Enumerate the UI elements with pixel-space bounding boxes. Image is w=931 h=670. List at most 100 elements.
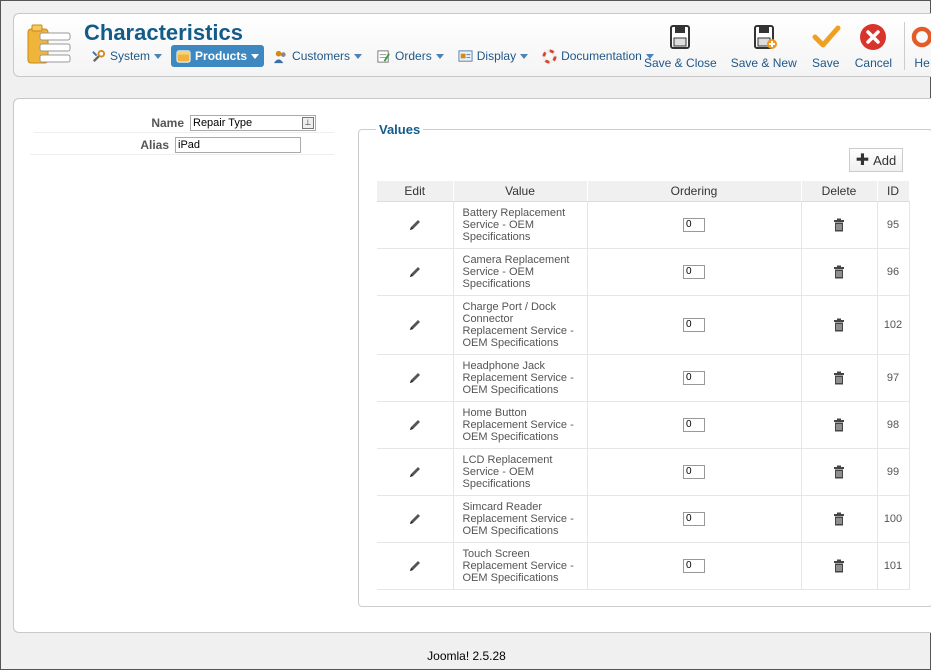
checkmark-icon bbox=[812, 25, 841, 48]
values-header-row: Edit Value Ordering Delete ID bbox=[377, 181, 910, 202]
characteristics-logo-icon bbox=[26, 23, 74, 67]
admin-header: Characteristics System Products Customer… bbox=[13, 13, 931, 77]
pencil-icon[interactable] bbox=[408, 512, 422, 524]
trash-icon[interactable] bbox=[832, 218, 846, 231]
chevron-down-icon bbox=[251, 53, 260, 59]
id-cell: 98 bbox=[877, 401, 910, 449]
edit-cell bbox=[377, 401, 454, 449]
menu-display[interactable]: Display bbox=[453, 45, 533, 67]
trash-icon[interactable] bbox=[832, 559, 846, 572]
help-button[interactable]: He bbox=[911, 22, 931, 70]
ordering-input[interactable] bbox=[683, 264, 705, 279]
col-value: Value bbox=[453, 181, 588, 202]
ordering-input[interactable] bbox=[683, 511, 705, 526]
name-input[interactable] bbox=[190, 114, 316, 131]
delete-cell bbox=[801, 201, 878, 249]
table-row: Simcard Reader Replacement Service - OEM… bbox=[377, 495, 910, 543]
id-cell: 95 bbox=[877, 201, 910, 249]
ordering-cell bbox=[587, 401, 802, 449]
ordering-input[interactable] bbox=[683, 417, 705, 432]
delete-cell bbox=[801, 295, 878, 355]
wrench-icon bbox=[91, 49, 106, 64]
trash-icon[interactable] bbox=[832, 465, 846, 478]
name-field-wrap: ⊥ bbox=[190, 114, 316, 131]
save-close-label: Save & Close bbox=[644, 56, 717, 70]
ordering-cell bbox=[587, 248, 802, 296]
trash-icon[interactable] bbox=[832, 265, 846, 278]
save-close-button[interactable]: Save & Close bbox=[644, 22, 717, 70]
cancel-label: Cancel bbox=[854, 56, 893, 70]
edit-panel: Name ⊥ Alias Values ✚ Add Edit Value Ord… bbox=[13, 98, 931, 633]
ordering-cell bbox=[587, 495, 802, 543]
pencil-icon[interactable] bbox=[408, 265, 422, 277]
values-fieldset: Values ✚ Add Edit Value Ordering Delete … bbox=[358, 122, 931, 607]
ordering-input[interactable] bbox=[683, 217, 705, 232]
pencil-icon[interactable] bbox=[408, 371, 422, 383]
delete-cell bbox=[801, 401, 878, 449]
value-cell: Charge Port / Dock Connector Replacement… bbox=[453, 295, 588, 355]
name-label: Name bbox=[151, 115, 184, 130]
language-field-icon[interactable]: ⊥ bbox=[302, 116, 314, 129]
table-row: Home Button Replacement Service - OEM Sp… bbox=[377, 401, 910, 449]
alias-row: Alias bbox=[30, 135, 334, 155]
trash-icon[interactable] bbox=[832, 418, 846, 431]
col-edit: Edit bbox=[377, 181, 454, 202]
ordering-input[interactable] bbox=[683, 464, 705, 479]
edit-cell bbox=[377, 295, 454, 355]
ordering-input[interactable] bbox=[683, 317, 705, 332]
footer-version: Joomla! 2.5.28 bbox=[427, 649, 506, 663]
add-value-button[interactable]: ✚ Add bbox=[849, 148, 903, 172]
save-button[interactable]: Save bbox=[811, 22, 841, 70]
menu-system[interactable]: System bbox=[86, 45, 167, 67]
trash-icon[interactable] bbox=[832, 318, 846, 331]
value-cell: Simcard Reader Replacement Service - OEM… bbox=[453, 495, 588, 543]
toolbar-divider bbox=[904, 22, 906, 70]
value-cell: LCD Replacement Service - OEM Specificat… bbox=[453, 448, 588, 496]
ordering-input[interactable] bbox=[683, 370, 705, 385]
values-legend: Values bbox=[376, 122, 424, 137]
menu-documentation[interactable]: Documentation bbox=[537, 45, 659, 67]
cancel-button[interactable]: Cancel bbox=[855, 22, 892, 70]
menu-customers[interactable]: Customers bbox=[268, 45, 367, 67]
orders-icon bbox=[376, 49, 391, 64]
products-icon bbox=[176, 49, 191, 64]
chevron-down-icon bbox=[154, 53, 163, 59]
ordering-cell bbox=[587, 448, 802, 496]
pencil-icon[interactable] bbox=[408, 318, 422, 330]
pencil-icon[interactable] bbox=[408, 418, 422, 430]
menu-products-label: Products bbox=[195, 49, 248, 63]
trash-icon[interactable] bbox=[832, 371, 846, 384]
delete-cell bbox=[801, 354, 878, 402]
ordering-input[interactable] bbox=[683, 558, 705, 573]
customers-icon bbox=[273, 49, 288, 64]
ordering-cell bbox=[587, 201, 802, 249]
id-cell: 99 bbox=[877, 448, 910, 496]
value-cell: Camera Replacement Service - OEM Specifi… bbox=[453, 248, 588, 296]
pencil-icon[interactable] bbox=[408, 465, 422, 477]
pencil-icon[interactable] bbox=[408, 218, 422, 230]
menu-system-label: System bbox=[110, 49, 151, 63]
value-cell: Home Button Replacement Service - OEM Sp… bbox=[453, 401, 588, 449]
menu-products[interactable]: Products bbox=[171, 45, 265, 67]
page-title: Characteristics bbox=[84, 20, 243, 45]
value-cell: Touch Screen Replacement Service - OEM S… bbox=[453, 542, 588, 590]
pencil-icon[interactable] bbox=[408, 559, 422, 571]
alias-input[interactable] bbox=[175, 136, 301, 153]
ordering-cell bbox=[587, 354, 802, 402]
value-cell: Headphone Jack Replacement Service - OEM… bbox=[453, 354, 588, 402]
trash-icon[interactable] bbox=[832, 512, 846, 525]
save-label: Save bbox=[812, 56, 840, 70]
menu-orders[interactable]: Orders bbox=[371, 45, 449, 67]
chevron-down-icon bbox=[435, 53, 444, 59]
value-cell: Battery Replacement Service - OEM Specif… bbox=[453, 201, 588, 249]
chevron-down-icon bbox=[520, 53, 529, 59]
edit-cell bbox=[377, 448, 454, 496]
save-new-button[interactable]: Save & New bbox=[731, 22, 797, 70]
delete-cell bbox=[801, 542, 878, 590]
values-body: Battery Replacement Service - OEM Specif… bbox=[377, 201, 910, 590]
id-cell: 102 bbox=[877, 295, 910, 355]
ordering-cell bbox=[587, 542, 802, 590]
help-lifebuoy-icon bbox=[911, 26, 931, 48]
id-cell: 101 bbox=[877, 542, 910, 590]
id-cell: 97 bbox=[877, 354, 910, 402]
